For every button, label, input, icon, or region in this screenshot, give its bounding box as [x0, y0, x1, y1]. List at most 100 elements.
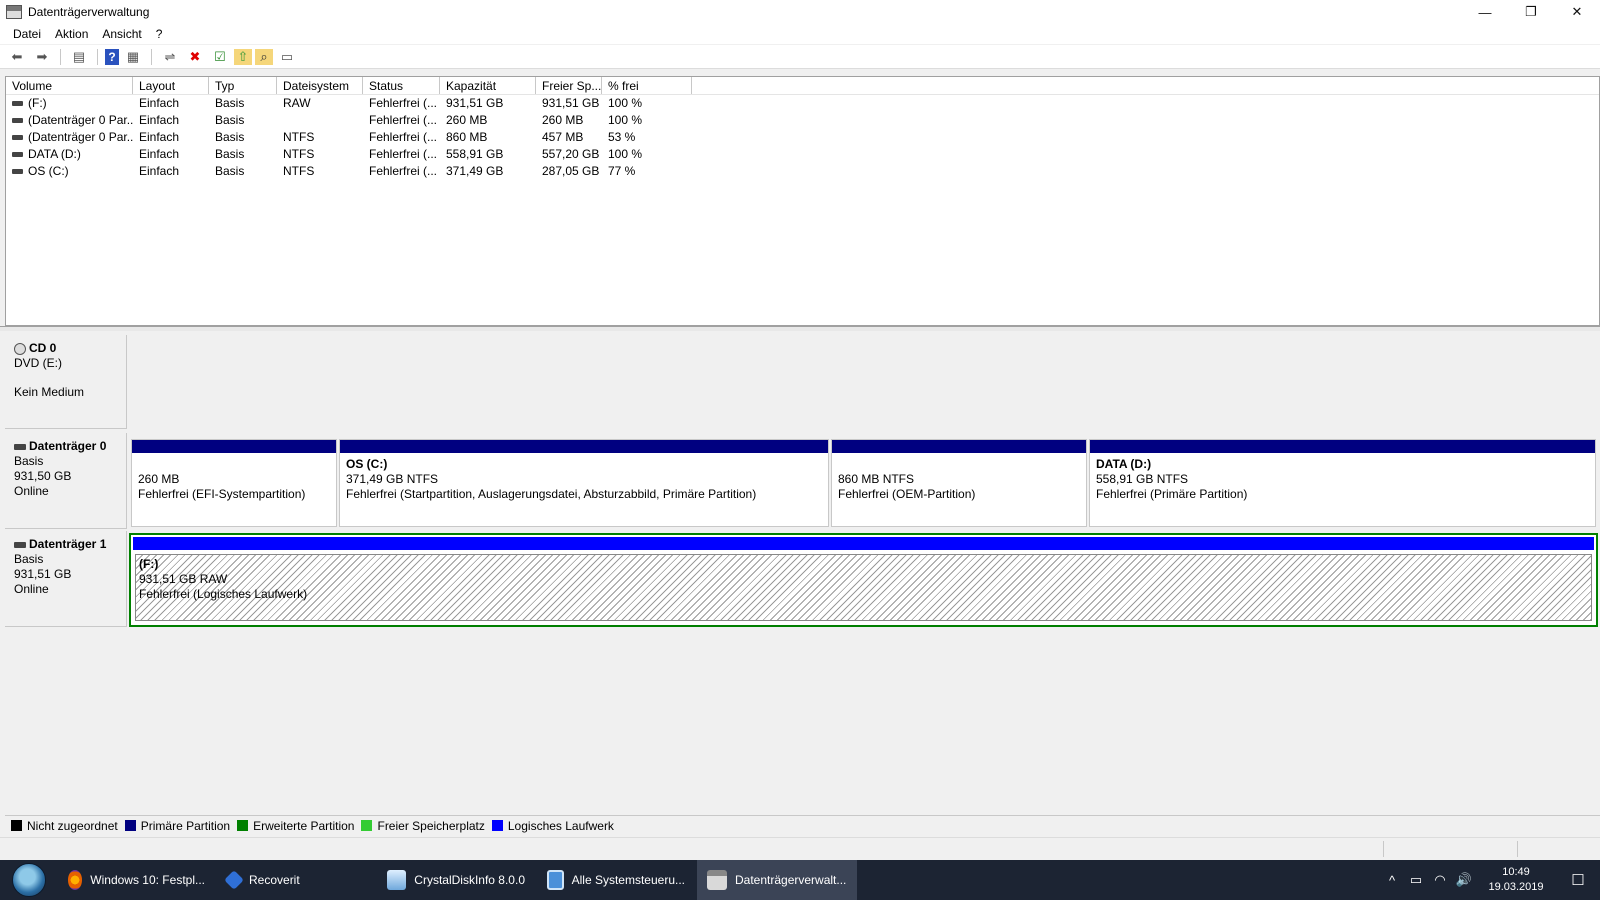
clock[interactable]: 10:49 19.03.2019: [1480, 865, 1552, 895]
percent-cell: 100 %: [608, 96, 643, 110]
help-icon[interactable]: ?: [105, 48, 119, 65]
disk-label-disk1[interactable]: Datenträger 1 Basis 931,51 GB Online: [5, 531, 127, 627]
volume-icon: [12, 152, 23, 158]
taskbar-item-crystaldiskinfo[interactable]: CrystalDiskInfo 8.0.0: [377, 860, 535, 900]
maximize-button[interactable]: ❐: [1508, 0, 1554, 24]
notification-icon[interactable]: ☐: [1556, 871, 1600, 889]
table-row[interactable]: (F:) Einfach Basis RAW Fehlerfrei (... 9…: [6, 95, 1599, 112]
primary-partition-bar: [132, 440, 336, 453]
typ-cell: Basis: [215, 130, 245, 144]
connect-icon[interactable]: ⇌: [159, 47, 181, 67]
partition-status: Fehlerfrei (Startpartition, Auslagerungs…: [346, 487, 757, 501]
battery-icon[interactable]: ▭: [1404, 872, 1428, 888]
taskbar-item-label: CrystalDiskInfo 8.0.0: [414, 873, 525, 887]
table-row[interactable]: (Datenträger 0 Par... Einfach Basis NTFS…: [6, 129, 1599, 146]
wifi-icon[interactable]: ◠: [1428, 872, 1452, 888]
disk-row-disk0: Datenträger 0 Basis 931,50 GB Online 260…: [5, 433, 1600, 529]
delete-icon[interactable]: ✖: [184, 47, 206, 67]
typ-cell: Basis: [215, 164, 245, 178]
column-header-kapazitaet[interactable]: Kapazität: [440, 77, 536, 94]
legend-label: Primäre Partition: [140, 818, 231, 833]
firefox-icon: [68, 870, 83, 890]
back-arrow-icon[interactable]: ⬅: [6, 47, 28, 67]
checkmark-icon[interactable]: ☑: [209, 47, 231, 67]
logical-drive-hatch[interactable]: [135, 554, 1592, 621]
start-button[interactable]: [0, 860, 58, 900]
disk-management-icon: [707, 870, 727, 890]
primary-partition-bar: [340, 440, 828, 453]
toolbar: ⬅ ➡ ▤ ? ▦ ⇌ ✖ ☑ ⇧ ⌕ ▭: [0, 45, 1600, 69]
partition-oem[interactable]: 860 MB NTFS Fehlerfrei (OEM-Partition): [831, 439, 1087, 527]
partition-size: 260 MB: [138, 472, 180, 486]
extended-partition[interactable]: (F:) 931,51 GB RAW Fehlerfrei (Logisches…: [129, 533, 1598, 627]
partition-efi[interactable]: 260 MB Fehlerfrei (EFI-Systempartition): [131, 439, 337, 527]
disk-label-cd0[interactable]: CD 0 DVD (E:) Kein Medium: [5, 335, 127, 429]
partition-os-c[interactable]: OS (C:) 371,49 GB NTFS Fehlerfrei (Start…: [339, 439, 829, 527]
disk-type: Basis: [14, 552, 44, 566]
status-cell: Fehlerfrei (...: [369, 113, 438, 127]
minimize-button[interactable]: —: [1462, 0, 1508, 24]
capacity-cell: 260 MB: [446, 113, 488, 127]
status-bar: [0, 837, 1600, 859]
legend-item: Nicht zugeordnet: [11, 819, 118, 833]
taskbar-item-control-panel[interactable]: Alle Systemsteueru...: [537, 860, 695, 900]
fs-cell: NTFS: [283, 147, 315, 161]
partition-name: DATA (D:): [1096, 457, 1152, 471]
windows-start-icon: [12, 863, 46, 897]
search-folder-icon[interactable]: ⌕: [255, 48, 273, 65]
typ-cell: Basis: [215, 96, 245, 110]
menu-datei[interactable]: Datei: [6, 27, 48, 41]
menu-aktion[interactable]: Aktion: [48, 27, 95, 41]
capacity-cell: 860 MB: [446, 130, 488, 144]
volume-name: DATA (D:): [28, 147, 81, 161]
table-row[interactable]: DATA (D:) Einfach Basis NTFS Fehlerfrei …: [6, 146, 1599, 163]
disk-label-disk0[interactable]: Datenträger 0 Basis 931,50 GB Online: [5, 433, 127, 529]
partition-info: 260 MB Fehlerfrei (EFI-Systempartition): [132, 453, 336, 502]
volume-list[interactable]: Volume Layout Typ Dateisystem Status Kap…: [5, 76, 1600, 326]
disk-management-icon: [6, 5, 22, 19]
status-pane-divider: [1517, 841, 1518, 857]
console-tree-icon[interactable]: ▤: [68, 47, 90, 67]
close-button[interactable]: ✕: [1554, 0, 1600, 24]
taskbar-item-recoverit[interactable]: Recoverit: [217, 860, 375, 900]
volume-name: OS (C:): [28, 164, 69, 178]
column-header-typ[interactable]: Typ: [209, 77, 277, 94]
cd-drive-icon: [14, 342, 26, 355]
volume-cell: (Datenträger 0 Par...: [6, 129, 133, 146]
volume-icon[interactable]: 🔊: [1452, 872, 1476, 888]
forward-arrow-icon[interactable]: ➡: [31, 47, 53, 67]
status-cell: Fehlerfrei (...: [369, 164, 438, 178]
capacity-cell: 558,91 GB: [446, 147, 504, 161]
column-header-prozent-frei[interactable]: % frei: [602, 77, 692, 94]
legend-item: Logisches Laufwerk: [491, 819, 614, 833]
clock-date: 19.03.2019: [1488, 881, 1544, 893]
layout-cell: Einfach: [139, 96, 180, 110]
toolbar-separator: [97, 48, 98, 65]
chevron-up-icon[interactable]: ^: [1380, 873, 1404, 888]
menu-ansicht[interactable]: Ansicht: [95, 27, 148, 41]
column-header-status[interactable]: Status: [363, 77, 440, 94]
column-header-dateisystem[interactable]: Dateisystem: [277, 77, 363, 94]
fs-cell: RAW: [283, 96, 311, 110]
properties-icon[interactable]: ▦: [122, 47, 144, 67]
layout-cell: Einfach: [139, 130, 180, 144]
column-header-volume[interactable]: Volume: [6, 77, 133, 94]
partition-size: 371,49 GB NTFS: [346, 472, 439, 486]
settings-window-icon[interactable]: ▭: [276, 47, 298, 67]
hard-disk-icon: [14, 443, 26, 450]
taskbar-item-disk-management[interactable]: Datenträgerverwalt...: [697, 860, 857, 900]
column-header-layout[interactable]: Layout: [133, 77, 209, 94]
column-header-freier-speicher[interactable]: Freier Sp...: [536, 77, 602, 94]
partition-data-d[interactable]: DATA (D:) 558,91 GB NTFS Fehlerfrei (Pri…: [1089, 439, 1596, 527]
partition-status: Fehlerfrei (Logisches Laufwerk): [139, 587, 308, 601]
table-row[interactable]: (Datenträger 0 Par... Einfach Basis Fehl…: [6, 112, 1599, 129]
partition-info: (F:) 931,51 GB RAW Fehlerfrei (Logisches…: [139, 557, 307, 602]
table-row[interactable]: OS (C:) Einfach Basis NTFS Fehlerfrei (.…: [6, 163, 1599, 180]
menu-help[interactable]: ?: [149, 27, 170, 41]
status-pane-divider: [1383, 841, 1384, 857]
partition-name: (F:): [139, 557, 159, 571]
taskbar-item-firefox[interactable]: Windows 10: Festpl...: [58, 860, 215, 900]
partition-status: Fehlerfrei (EFI-Systempartition): [138, 487, 306, 501]
up-folder-icon[interactable]: ⇧: [234, 48, 252, 65]
partition-info: DATA (D:) 558,91 GB NTFS Fehlerfrei (Pri…: [1090, 453, 1595, 502]
